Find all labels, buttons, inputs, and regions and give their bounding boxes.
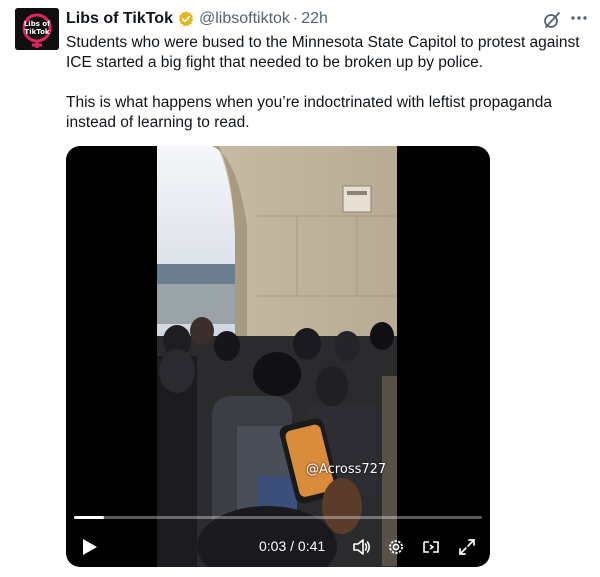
fullscreen-icon[interactable] — [457, 537, 477, 557]
tweet-text-paragraph-2: This is what happens when you’re indoctr… — [66, 94, 552, 131]
tweet: Libs of TikTok Libs of TikTok @libsoftik… — [0, 0, 600, 577]
captions-icon[interactable] — [421, 537, 441, 557]
video-watermark: @Across727 — [306, 462, 387, 477]
play-icon[interactable] — [78, 536, 100, 558]
grok-icon[interactable] — [542, 10, 562, 30]
video-frame[interactable] — [157, 146, 397, 567]
author-name[interactable]: Libs of TikTok — [66, 10, 173, 28]
more-icon[interactable] — [568, 8, 590, 28]
tweet-header: Libs of TikTok @libsoftiktok · 22h — [66, 8, 328, 30]
volume-icon[interactable] — [352, 537, 372, 557]
avatar[interactable]: Libs of TikTok — [15, 8, 59, 50]
video-controls: 0:03 / 0:41 — [66, 532, 490, 562]
verified-badge-icon[interactable] — [177, 10, 195, 28]
svg-text:Libs of: Libs of — [24, 20, 51, 28]
video-timecode: 0:03 / 0:41 — [259, 538, 326, 554]
video-progress-bar[interactable] — [74, 516, 482, 519]
svg-text:TikTok: TikTok — [24, 28, 49, 36]
video-player[interactable]: @Across727 0:03 / 0:41 — [66, 146, 490, 567]
video-progress-fill — [74, 516, 104, 519]
tweet-timestamp[interactable]: 22h — [301, 10, 328, 28]
tweet-text-paragraph-1: Students who were bused to the Minnesota… — [66, 34, 580, 71]
header-separator: · — [292, 10, 299, 27]
author-handle[interactable]: @libsoftiktok — [199, 10, 290, 28]
gear-icon[interactable] — [386, 537, 406, 557]
